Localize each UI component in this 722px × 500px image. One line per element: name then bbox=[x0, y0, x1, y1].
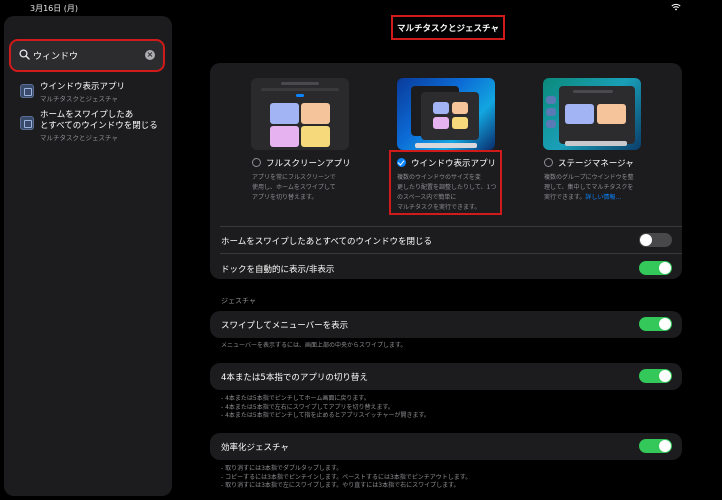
menu-bar-swipe-toggle[interactable] bbox=[639, 317, 672, 331]
page-title-highlight: マルチタスクとジェスチャ bbox=[391, 15, 505, 40]
menu-bar-swipe-label: スワイプしてメニューバーを表示 bbox=[221, 321, 349, 331]
efficiency-gesture-toggle[interactable] bbox=[639, 439, 672, 453]
search-input[interactable]: ウィンドウ bbox=[33, 49, 78, 62]
page-title: マルチタスクとジェスチャ bbox=[397, 24, 499, 34]
search-field[interactable]: ウィンドウ × bbox=[9, 39, 165, 72]
clear-icon[interactable]: × bbox=[145, 50, 155, 60]
fullscreen-radio[interactable] bbox=[252, 158, 261, 167]
status-time: 3月16日 (月) bbox=[30, 4, 79, 13]
divider bbox=[220, 253, 682, 254]
window-apps-radio[interactable] bbox=[397, 158, 406, 167]
stage-manager-label[interactable]: ステージマネージャ bbox=[558, 157, 634, 169]
window-apps-preview[interactable] bbox=[397, 78, 495, 150]
app-switch-label: 4本または5本指でのアプリの切り替え bbox=[221, 373, 368, 383]
window-apps-description: 複数のウインドウのサイズを変 更したり配置を調整したりして、1つのスペース内で簡… bbox=[397, 174, 497, 211]
stage-manager-radio[interactable] bbox=[544, 158, 553, 167]
app-switch-toggle[interactable] bbox=[639, 369, 672, 383]
wifi-icon bbox=[671, 3, 681, 11]
result-title-line2: とすべてのウインドウを閉じる bbox=[40, 121, 158, 131]
efficiency-gesture-footnote: - 取り消すには3本指でダブルタップします。 - コピーするには3本指でピンチイ… bbox=[221, 465, 472, 489]
divider bbox=[220, 226, 682, 227]
app-switch-footnote: - 4本または5本指でピンチしてホーム画面に戻ります。 - 4本または5本指で左… bbox=[221, 395, 430, 419]
multitasking-icon bbox=[20, 84, 34, 98]
gestures-section-header: ジェスチャ bbox=[221, 297, 256, 305]
stage-manager-description: 複数のグループにウインドウを整 理して、集中してマルチタスクを 実行できます。詳… bbox=[544, 174, 634, 201]
close-windows-toggle[interactable] bbox=[639, 233, 672, 247]
menu-bar-swipe-footnote: メニューバーを表示するには、画面上部の中央からスワイプします。 bbox=[221, 342, 407, 349]
result-title: ウインドウ表示アプリ bbox=[40, 82, 126, 92]
auto-hide-dock-label: ドックを自動的に表示/非表示 bbox=[221, 265, 335, 275]
multitasking-icon bbox=[20, 116, 34, 130]
result-subtitle: マルチタスクとジェスチャ bbox=[40, 95, 118, 103]
fullscreen-description: アプリを常にフルスクリーンで 使用し、ホームをスワイプして アプリを切り替えます… bbox=[252, 174, 336, 201]
stage-manager-preview[interactable] bbox=[543, 78, 641, 150]
close-windows-label: ホームをスワイプしたあとすべてのウインドウを閉じる bbox=[221, 237, 433, 247]
window-apps-label[interactable]: ウインドウ表示アプリ bbox=[411, 157, 496, 169]
result-title-line1: ホームをスワイプしたあ bbox=[40, 110, 134, 120]
learn-more-link[interactable]: 詳しい情報... bbox=[585, 194, 621, 201]
efficiency-gesture-label: 効率化ジェスチャ bbox=[221, 443, 289, 453]
auto-hide-dock-toggle[interactable] bbox=[639, 261, 672, 275]
search-icon bbox=[19, 49, 30, 60]
fullscreen-label[interactable]: フルスクリーンアプリ bbox=[266, 157, 351, 169]
fullscreen-preview[interactable] bbox=[251, 78, 349, 150]
result-subtitle: マルチタスクとジェスチャ bbox=[40, 134, 118, 142]
